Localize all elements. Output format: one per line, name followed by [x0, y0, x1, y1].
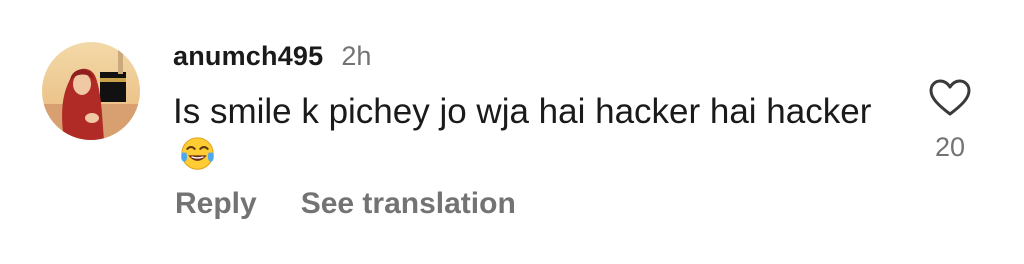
avatar[interactable]	[42, 42, 140, 140]
comment-item: anumch495 2h Is smile k pichey jo wja ha…	[0, 0, 1024, 264]
comment-actions: Reply See translation	[175, 187, 516, 221]
like-section: 20	[924, 78, 976, 163]
comment-text: Is smile k pichey jo wja hai hacker hai …	[173, 90, 873, 178]
reply-button[interactable]: Reply	[175, 187, 257, 221]
timestamp: 2h	[341, 40, 372, 71]
comment-text-content: Is smile k pichey jo wja hai hacker hai …	[173, 92, 872, 131]
avatar-image	[42, 42, 140, 140]
see-translation-button[interactable]: See translation	[301, 187, 516, 221]
heart-outline-icon[interactable]	[928, 78, 972, 118]
username[interactable]: anumch495	[173, 41, 323, 72]
comment-header: anumch495 2h	[173, 36, 371, 76]
face-with-tears-of-joy-icon	[181, 137, 214, 170]
like-count: 20	[934, 132, 966, 162]
